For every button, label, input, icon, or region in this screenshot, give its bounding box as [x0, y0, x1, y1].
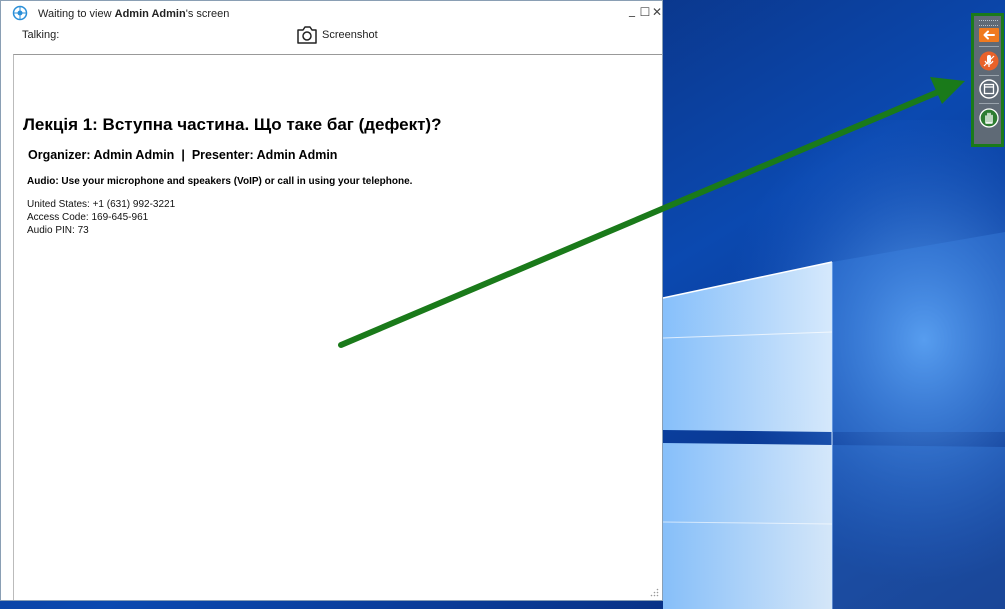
separator: | [181, 148, 185, 162]
toolbar-divider [979, 46, 999, 47]
organizer-presenter-line: Organizer: Admin Admin | Presenter: Admin … [28, 148, 337, 162]
screen-viewer-window: Waiting to view Admin Admin's screen _ ☐… [0, 0, 663, 601]
arrow-left-icon[interactable] [979, 28, 999, 42]
lecture-title: Лекція 1: Вступна частина. Що таке баг (… [23, 115, 442, 134]
floating-control-toolbar [971, 13, 1004, 147]
dial-in-access-code: Access Code: 169-645-961 [27, 212, 149, 223]
resize-grip-icon[interactable] [650, 588, 659, 597]
toolbar-divider [979, 75, 999, 76]
maximize-button[interactable]: ☐ [639, 5, 651, 19]
shared-screen-viewer: Лекція 1: Вступна частина. Що таке баг (… [13, 54, 662, 600]
toolbar-grip[interactable] [979, 20, 998, 26]
window-icon[interactable] [979, 79, 999, 99]
screenshot-button[interactable]: Screenshot [296, 24, 378, 46]
close-button[interactable]: ✕ [651, 5, 663, 19]
minimize-button[interactable]: _ [626, 3, 638, 17]
dial-in-phone: United States: +1 (631) 992-3221 [27, 199, 176, 210]
app-logo-icon [12, 5, 28, 21]
microphone-icon[interactable] [979, 51, 999, 71]
camera-icon [297, 26, 317, 44]
dial-in-audio-pin: Audio PIN: 73 [27, 225, 89, 236]
talking-label: Talking: [22, 29, 60, 41]
presenter-text: Presenter: Admin Admin [191, 148, 338, 162]
screenshot-label: Screenshot [322, 29, 378, 41]
window-title: Waiting to view Admin Admin's screen [38, 8, 230, 20]
audio-info: Audio: Use your microphone and speakers … [27, 176, 413, 187]
organizer-text: Organizer: Admin Admin [28, 148, 175, 162]
toolbar-divider [979, 103, 999, 104]
hand-raise-icon[interactable] [979, 108, 999, 128]
